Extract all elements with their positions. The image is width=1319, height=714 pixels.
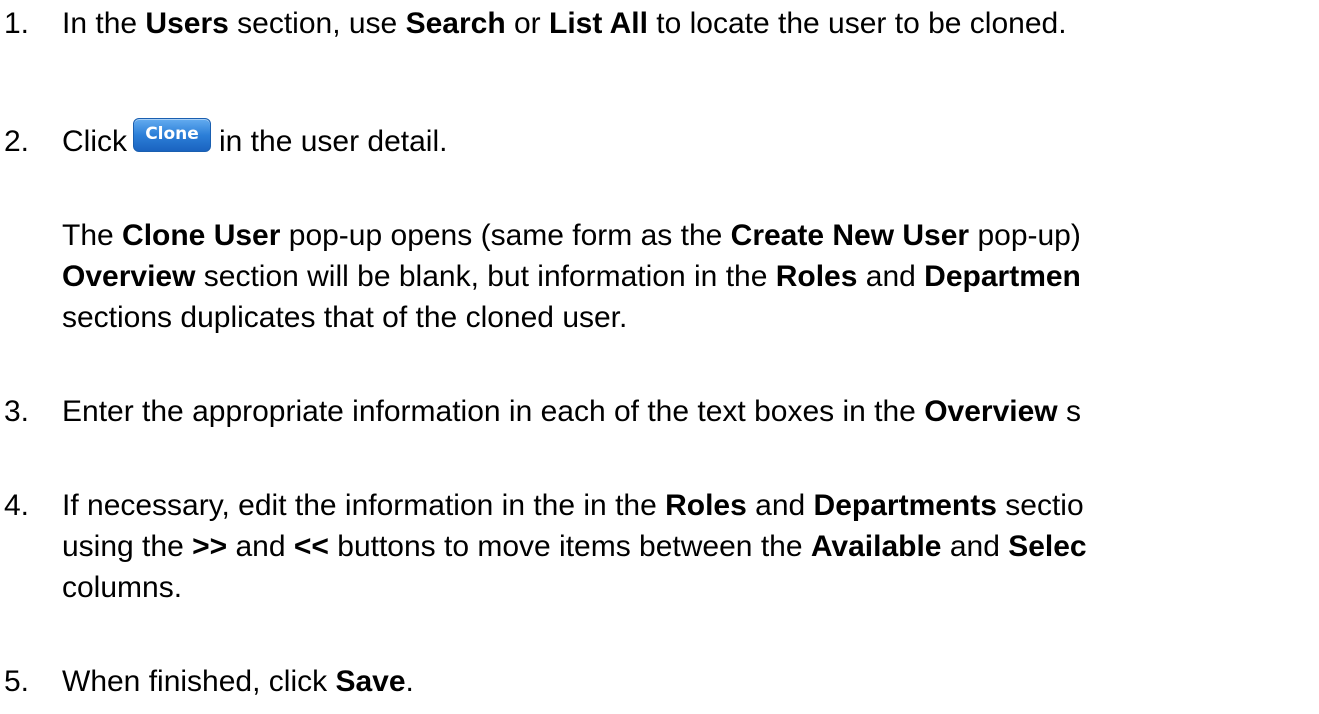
step-3-text: Enter the appropriate information in eac…	[62, 395, 1081, 428]
step-4-line-3: columns.	[62, 571, 183, 604]
instruction-document: 1. In the Users section, use Search or L…	[0, 0, 1319, 714]
step-2-number: 2.	[4, 125, 30, 158]
step-2-note-line-2: Overview section will be blank, but info…	[62, 260, 1081, 293]
users-term: Users	[145, 7, 229, 40]
step-5-number: 5.	[4, 665, 30, 698]
step-1-number: 1.	[4, 7, 30, 40]
step-5-text: When finished, click Save.	[62, 665, 414, 698]
step-2-text: Click Clone in the user detail.	[62, 118, 447, 160]
step-4-line-1: If necessary, edit the information in th…	[62, 489, 1084, 522]
step-2-note-line-3: sections duplicates that of the cloned u…	[62, 301, 628, 334]
clone-button[interactable]: Clone	[133, 118, 211, 153]
list-all-term: List All	[549, 7, 648, 40]
step-1-text: In the Users section, use Search or List…	[62, 7, 1067, 40]
step-4-line-2: using the >> and << buttons to move item…	[62, 530, 1087, 563]
search-term: Search	[405, 7, 506, 40]
step-3-number: 3.	[4, 395, 30, 428]
step-4-number: 4.	[4, 489, 30, 522]
save-term: Save	[335, 665, 406, 698]
step-2-note-line-1: The Clone User pop-up opens (same form a…	[62, 219, 1081, 252]
